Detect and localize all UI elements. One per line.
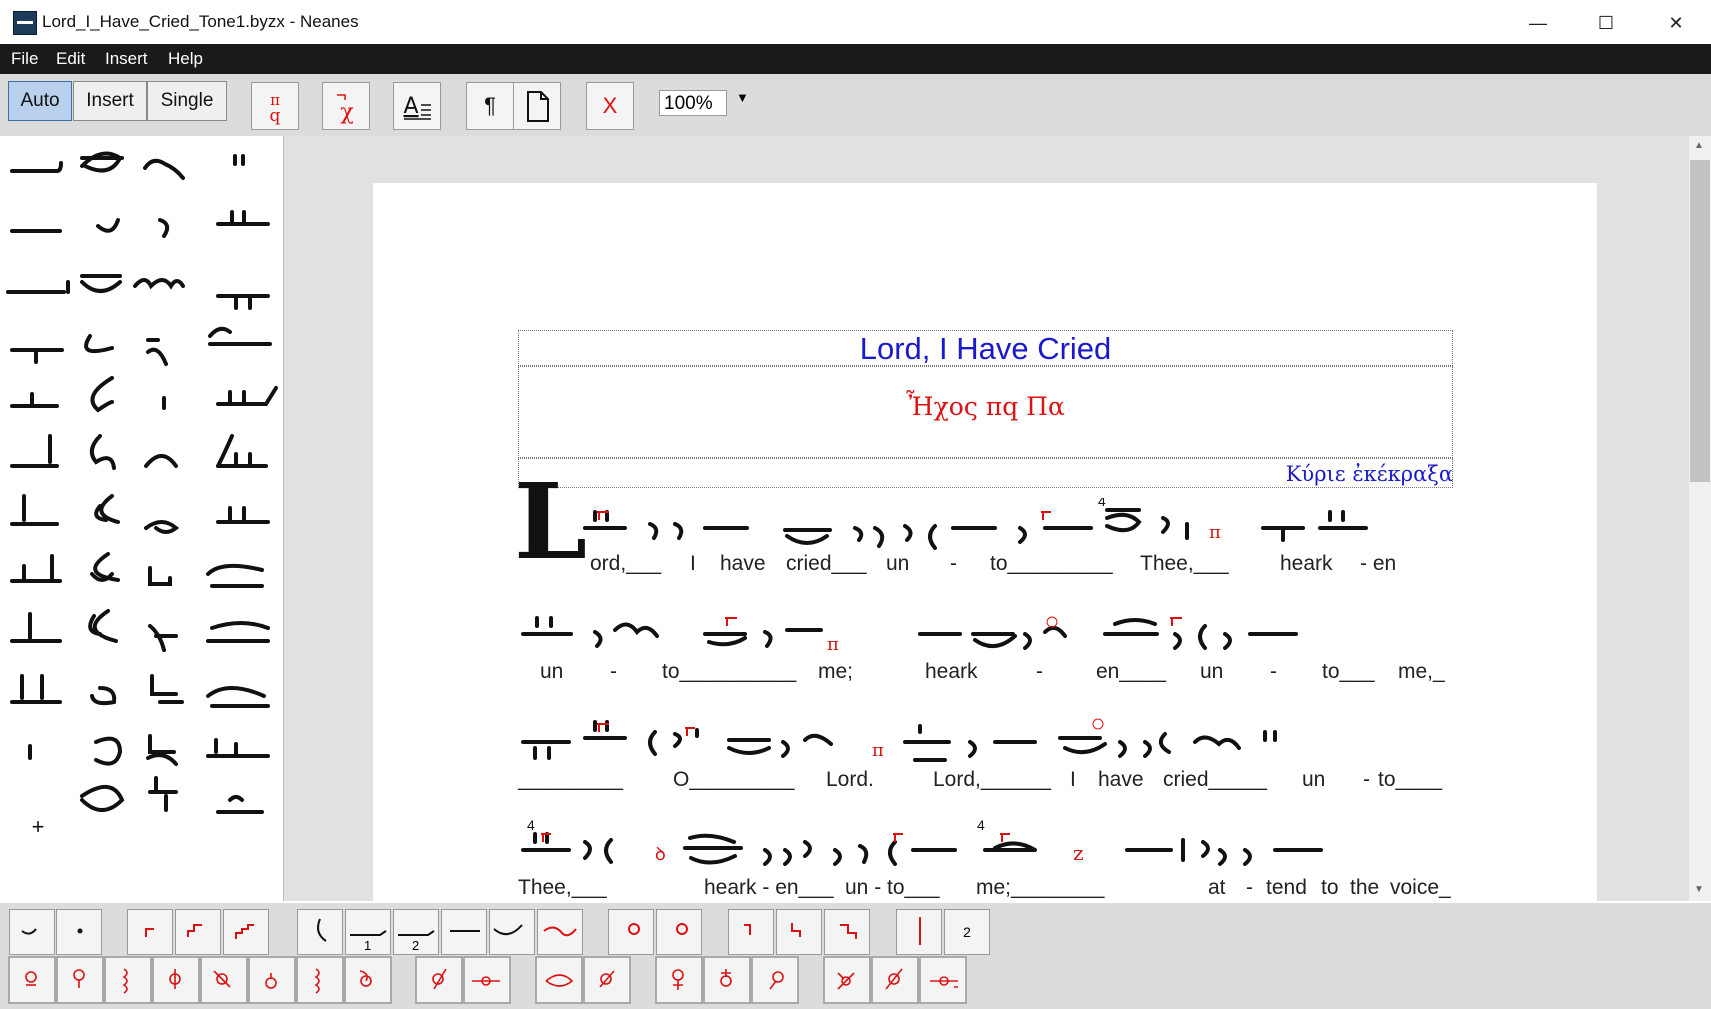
close-button[interactable]: ✕ (1646, 6, 1706, 40)
app-icon (13, 11, 37, 35)
delete-button[interactable]: X (586, 82, 634, 130)
mode-single-button[interactable]: Single (147, 81, 227, 121)
bottom-palette-row2[interactable] (0, 955, 1000, 1007)
menu-bar: File Edit Insert Help (0, 44, 1711, 74)
hymn-incipit: Κύριε ἐκέκραξα (1285, 462, 1453, 486)
bottom-palette-row1-icons (21, 917, 921, 945)
window-title: Lord_I_Have_Cried_Tone1.byzx - Neanes (42, 12, 359, 31)
svg-text:π: π (1209, 522, 1221, 543)
scroll-up-icon[interactable]: ▲ (1694, 140, 1704, 151)
mode-key-button[interactable]: πq (251, 82, 299, 130)
neume-line-1[interactable]: π 4 (515, 498, 1455, 554)
menu-file[interactable]: File (11, 49, 38, 69)
paragraph-button[interactable]: ¶ (466, 82, 514, 130)
scrollbar-thumb[interactable] (1690, 160, 1710, 482)
minimize-button[interactable]: — (1508, 6, 1568, 40)
svg-text:q: q (270, 106, 281, 126)
martyria-button[interactable]: χ (322, 82, 370, 130)
mode-insert-button[interactable]: Insert (73, 81, 147, 121)
score-title[interactable]: Lord, I Have Cried (518, 330, 1453, 366)
svg-text:χ: χ (340, 100, 353, 125)
svg-text:π: π (827, 634, 839, 655)
svg-text:π: π (872, 740, 884, 761)
accent-number: 4 (527, 820, 535, 833)
svg-text:z: z (1073, 841, 1084, 865)
svg-text:ꝺ: ꝺ (655, 844, 666, 865)
page-break-button[interactable] (513, 82, 561, 130)
scroll-down-icon[interactable]: ▼ (1694, 884, 1704, 895)
toolbar: Auto Insert Single πq χ A ¶ X 100% ▼ (0, 74, 1711, 136)
menu-edit[interactable]: Edit (56, 49, 85, 69)
menu-help[interactable]: Help (168, 49, 203, 69)
page-icon (527, 91, 549, 122)
text-box-icon: A (403, 94, 431, 120)
zoom-input[interactable]: 100% (659, 90, 727, 116)
mode-key-icon: πq (270, 91, 281, 126)
menu-insert[interactable]: Insert (105, 49, 148, 69)
text-box-button[interactable]: A (393, 82, 441, 130)
neume-palette-grid[interactable]: + (0, 136, 283, 901)
martyria-icon: χ (337, 94, 354, 125)
neume-palette: + (0, 136, 284, 901)
maximize-button[interactable]: ☐ (1576, 6, 1636, 40)
zoom-dropdown-arrow-icon[interactable]: ▼ (736, 90, 749, 105)
neume-line-2[interactable]: π (515, 604, 1455, 660)
mode-auto-button[interactable]: Auto (8, 81, 72, 121)
accent-number: 4 (977, 820, 985, 833)
svg-text:A: A (403, 94, 418, 119)
neume-line-3[interactable]: π (515, 712, 1455, 768)
plus-icon: + (32, 814, 45, 839)
accent-number: 4 (1098, 498, 1106, 509)
neume-line-4[interactable]: ꝺ z 4 4 (515, 820, 1455, 876)
title-bar: Lord_I_Have_Cried_Tone1.byzx - Neanes — … (0, 0, 1711, 44)
bottom-palette: 1 2 2 (0, 903, 1711, 1009)
palette-qualitative-buttons (8, 956, 967, 1004)
mode-key-text: Ἦχος πq Πα (906, 392, 1065, 421)
